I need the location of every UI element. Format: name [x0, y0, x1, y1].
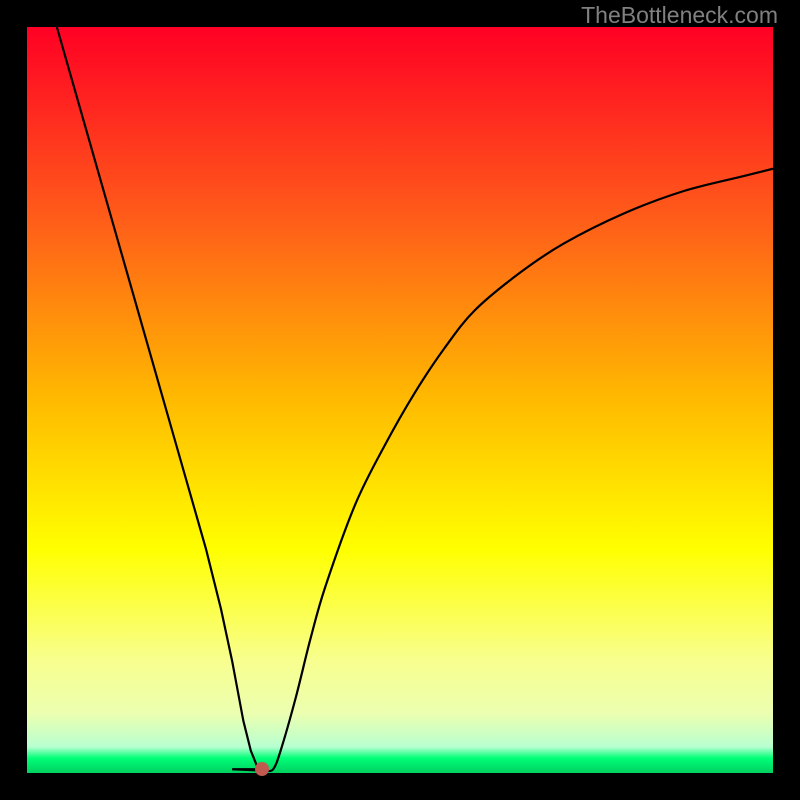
watermark-text: TheBottleneck.com: [581, 2, 778, 29]
chart-plot-area: [27, 27, 773, 773]
bottleneck-curve: [27, 27, 773, 773]
optimal-point-marker: [255, 762, 269, 776]
